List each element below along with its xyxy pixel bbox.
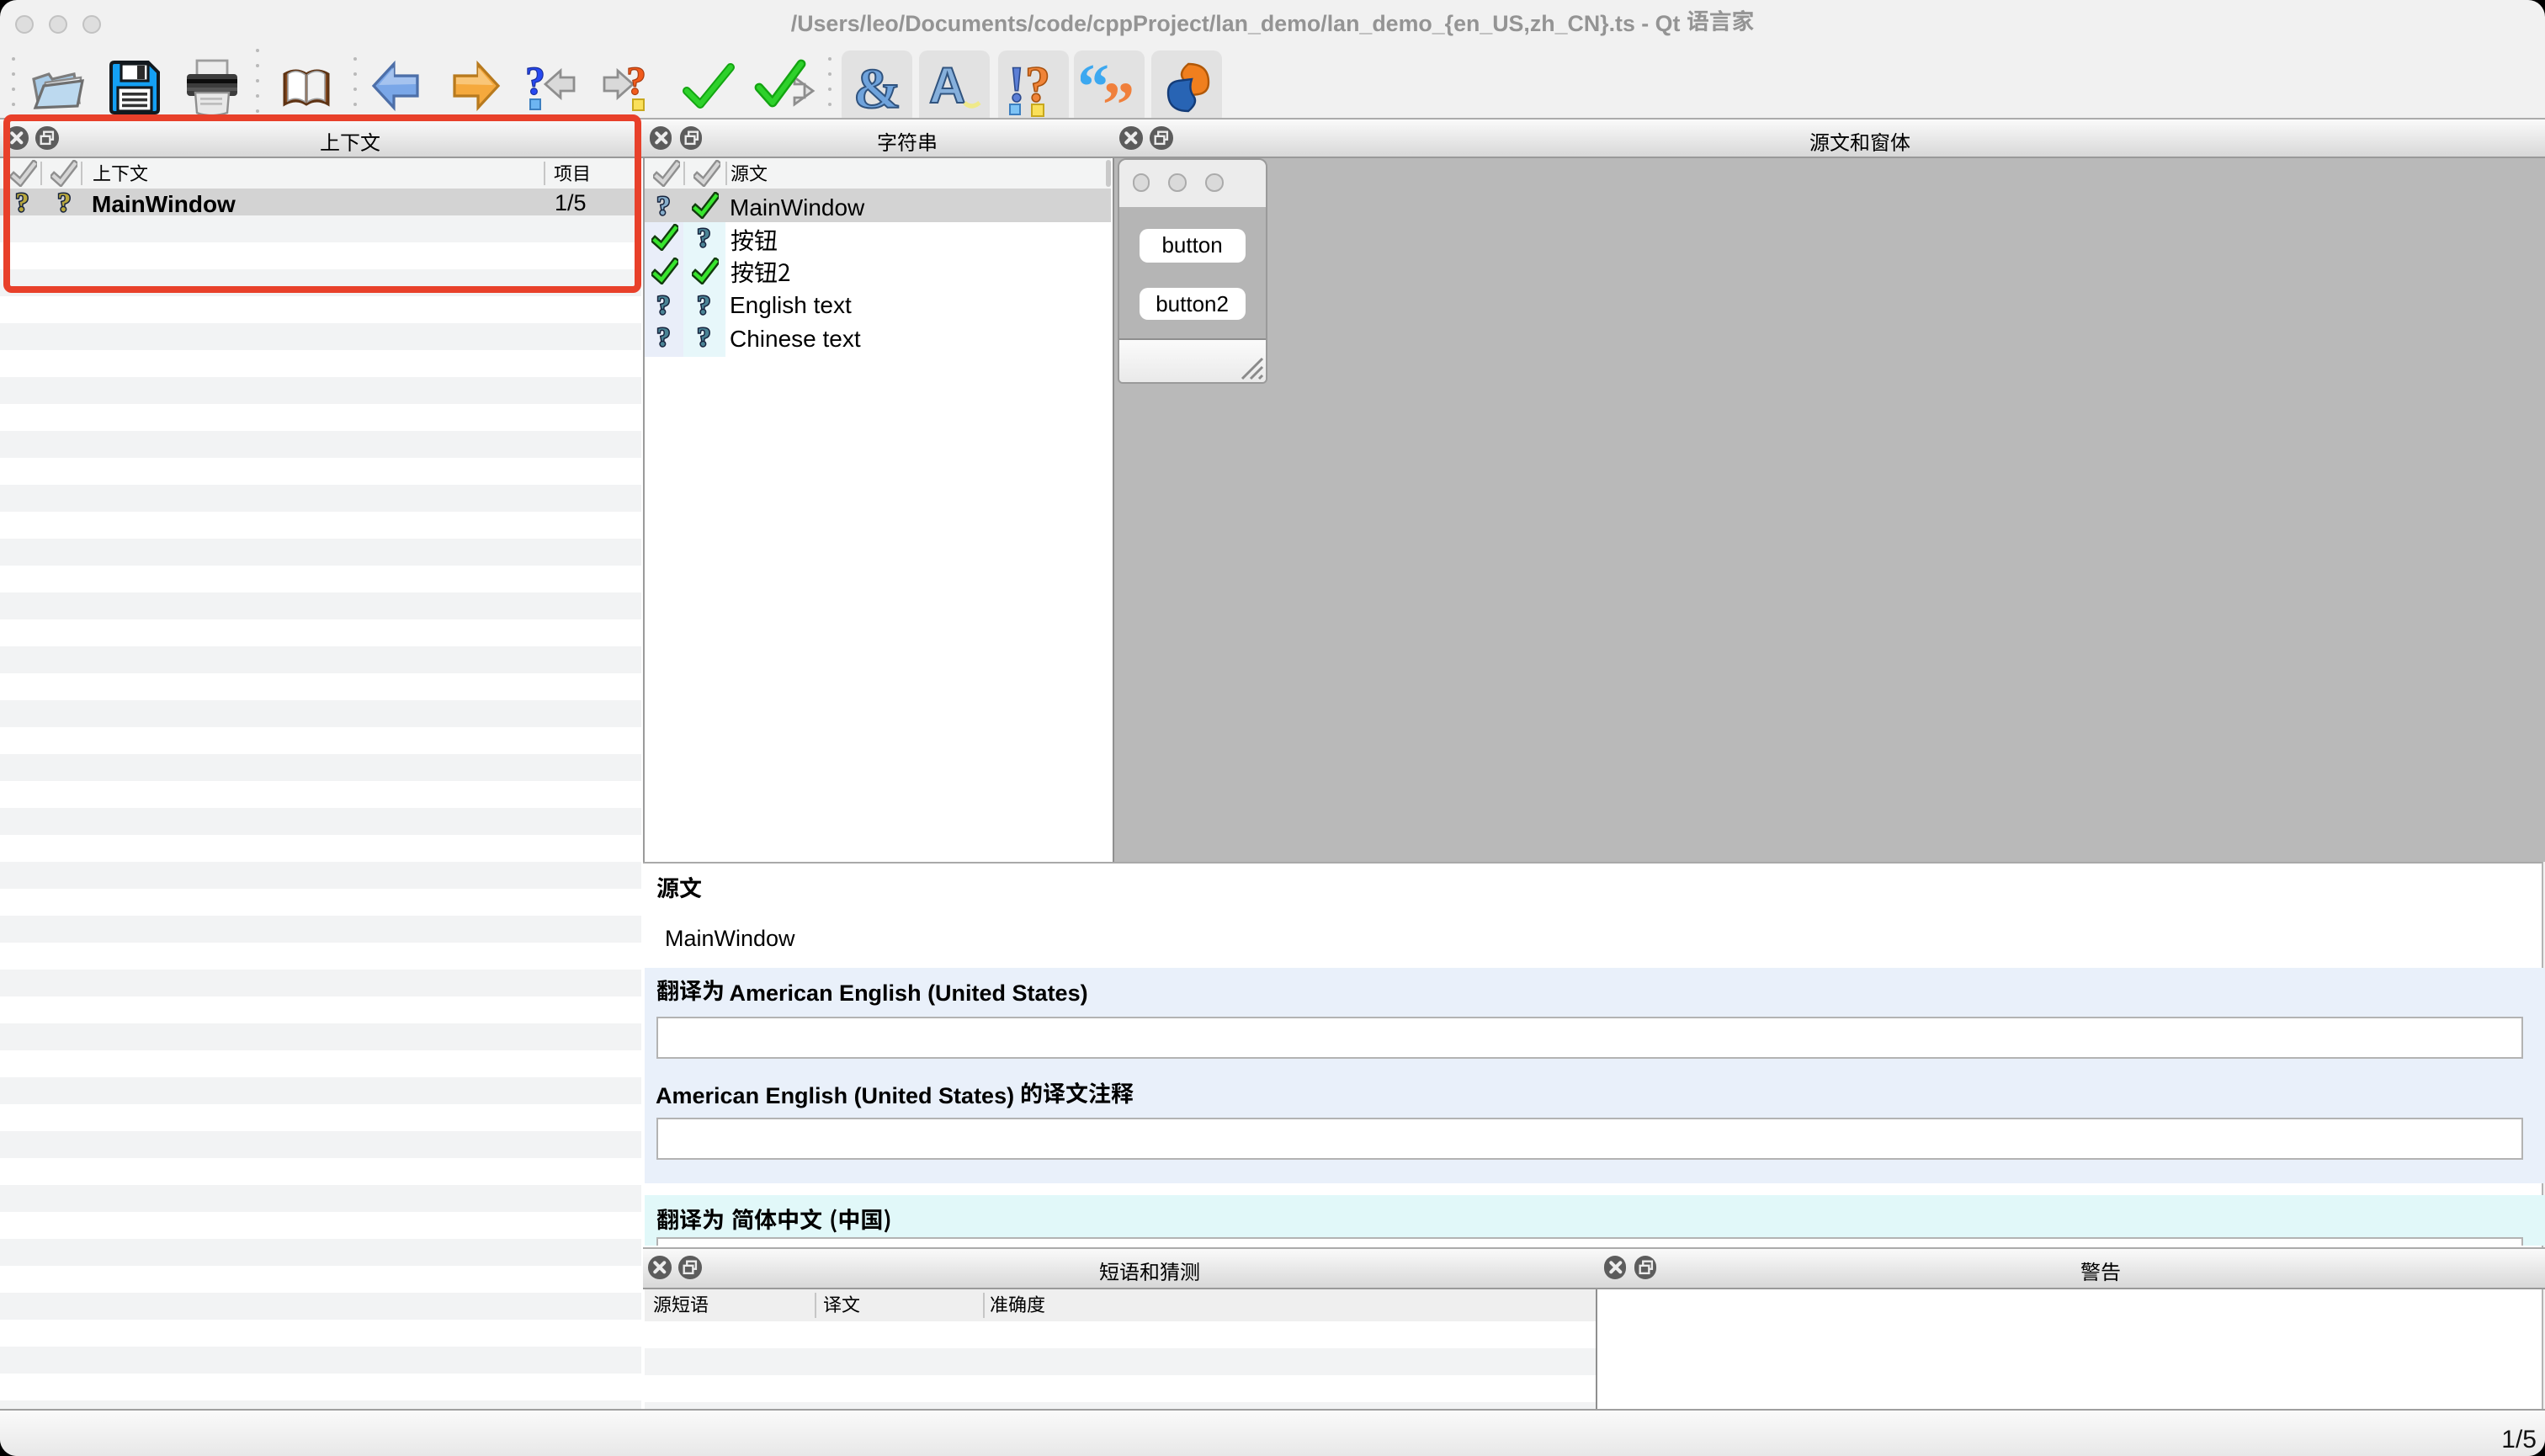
svg-text:A: A xyxy=(929,59,965,114)
svg-text:?: ? xyxy=(525,59,545,104)
svg-text:?: ? xyxy=(697,323,710,350)
svg-text:?: ? xyxy=(626,59,646,104)
svg-text:?: ? xyxy=(656,323,669,350)
svg-text:&: & xyxy=(853,59,901,120)
svg-text:?: ? xyxy=(656,192,669,219)
svg-text:”: ” xyxy=(1102,70,1134,121)
svg-text:?: ? xyxy=(697,225,710,252)
svg-text:?: ? xyxy=(697,290,710,317)
svg-text:?: ? xyxy=(656,290,669,317)
